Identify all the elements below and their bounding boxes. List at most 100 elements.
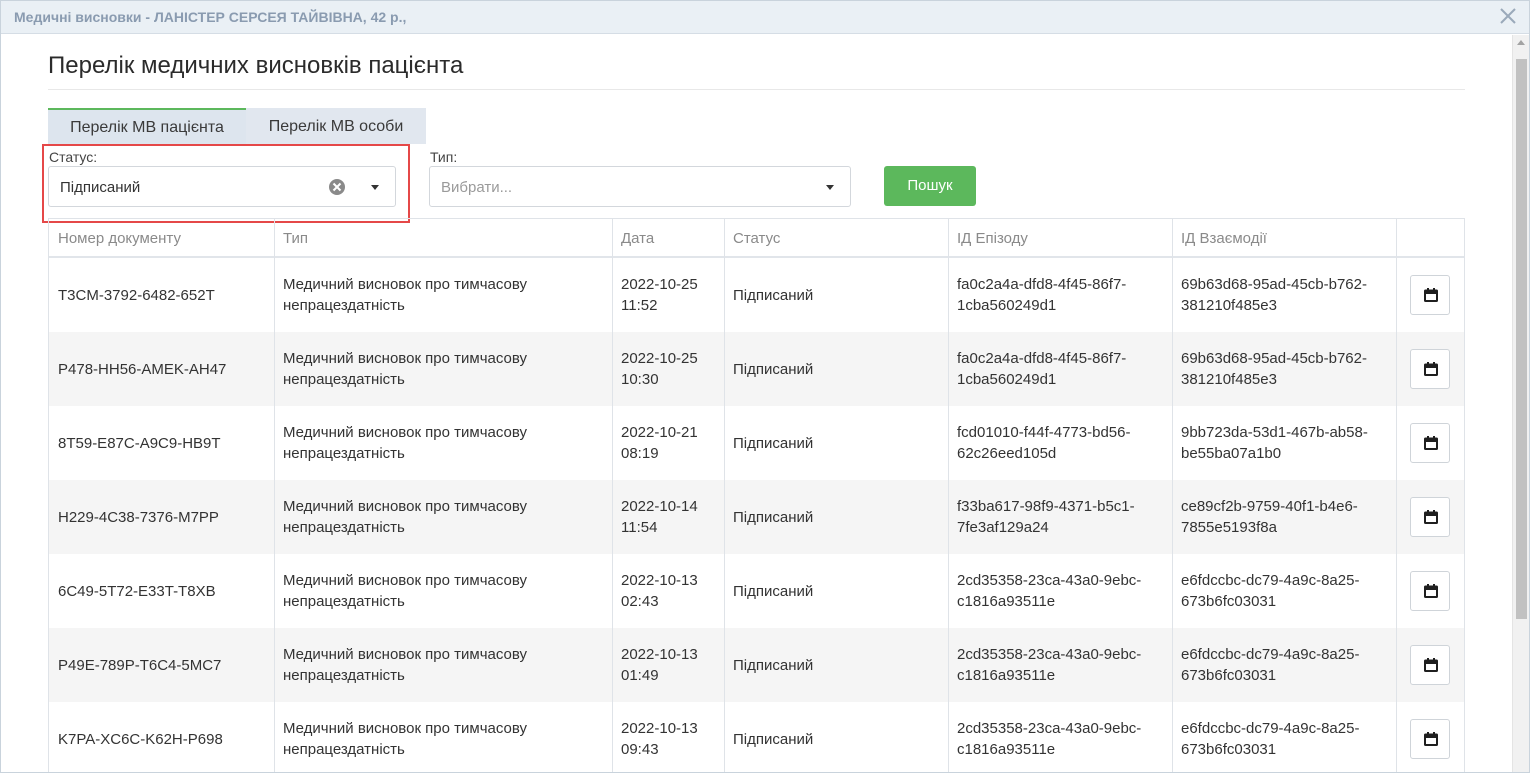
vertical-scrollbar[interactable] [1512, 35, 1529, 772]
table-row[interactable]: P49E-789P-T6C4-5MC7 Медичний висновок про… [49, 628, 1464, 702]
cell-actions [1396, 554, 1464, 628]
open-document-button[interactable] [1410, 645, 1450, 685]
cell-interaction-id-text: e6fdccbc-dc79-4a9c-8a25- [1181, 646, 1360, 663]
table-row[interactable]: H229-4C38-7376-M7PP Медичний висновок про… [49, 480, 1464, 554]
open-document-button[interactable] [1410, 497, 1450, 537]
cell-episode-id-text: c1816a93511e [957, 741, 1056, 758]
scroll-up-icon[interactable] [1517, 40, 1525, 45]
cell-episode-id-text: fa0c2a4a-dfd8-4f45-86f7- [957, 350, 1127, 367]
header-number[interactable]: Номер документу [49, 219, 274, 256]
cell-actions [1396, 702, 1464, 772]
cell-type: Медичний висновок про тимчасову непрацезд… [274, 628, 612, 702]
cell-status-text: Підписаний [733, 730, 814, 748]
table-row[interactable]: 6C49-5T72-E33T-T8XB Медичний висновок про… [49, 554, 1464, 628]
cell-type-text: непрацездатність [283, 519, 405, 536]
open-document-button[interactable] [1410, 275, 1450, 315]
cell-interaction-id-text: 673b6fc03031 [1181, 741, 1277, 758]
cell-interaction-id-text: ce89cf2b-9759-40f1-b4e6- [1181, 498, 1358, 515]
cell-type: Медичний висновок про тимчасову непрацезд… [274, 332, 612, 406]
modal-content: Перелік медичних висновків пацієнта Пере… [1, 35, 1513, 772]
header-status[interactable]: Статус [724, 219, 948, 256]
open-document-button[interactable] [1410, 423, 1450, 463]
cell-date: 2022-10-13 02:43 [612, 554, 724, 628]
chevron-down-icon[interactable] [371, 185, 379, 190]
cell-status: Підписаний [724, 480, 948, 554]
clear-icon[interactable] [328, 178, 346, 196]
cell-type-text: непрацездатність [283, 667, 405, 684]
window-title: Медичні висновки - ЛАНІСТЕР СЕРСЕЯ ТАЙВІ… [14, 9, 407, 25]
type-select[interactable]: Вибрати... [429, 166, 851, 207]
cell-number-text: T3CM-3792-6482-652T [58, 286, 215, 304]
header-episode-id[interactable]: ІД Епізоду [948, 219, 1172, 256]
cell-number: H229-4C38-7376-M7PP [49, 480, 274, 554]
modal-window: Медичні висновки - ЛАНІСТЕР СЕРСЕЯ ТАЙВІ… [0, 0, 1530, 773]
open-document-button[interactable] [1410, 349, 1450, 389]
cell-status-text: Підписаний [733, 360, 814, 378]
cell-interaction-id: 9bb723da-53d1-467b-ab58- be55ba07a1b0 [1172, 406, 1396, 480]
cell-episode-id-text: 1cba560249d1 [957, 297, 1057, 314]
cell-episode-id-text: 1cba560249d1 [957, 371, 1057, 388]
header-type[interactable]: Тип [274, 219, 612, 256]
cell-number-text: 6C49-5T72-E33T-T8XB [58, 582, 216, 600]
type-select-placeholder: Вибрати... [441, 179, 513, 196]
open-document-button[interactable] [1410, 719, 1450, 759]
cell-actions [1396, 628, 1464, 702]
column-divider [612, 219, 613, 772]
cell-date-text: 02:43 [621, 593, 659, 610]
cell-date-text: 2022-10-13 [621, 646, 698, 663]
cell-episode-id-text: 7fe3af129a24 [957, 519, 1049, 536]
status-select[interactable]: Підписаний [48, 166, 396, 207]
cell-status-text: Підписаний [733, 434, 814, 452]
header-interaction-id[interactable]: ІД Взаємодії [1172, 219, 1396, 256]
cell-date: 2022-10-13 01:49 [612, 628, 724, 702]
chevron-down-icon[interactable] [826, 185, 834, 190]
documents-table: Номер документу Тип Дата Статус ІД Епізо… [48, 218, 1465, 772]
cell-date: 2022-10-13 09:43 [612, 702, 724, 772]
header-actions [1396, 219, 1464, 256]
cell-interaction-id-text: e6fdccbc-dc79-4a9c-8a25- [1181, 572, 1360, 589]
cell-date-text: 09:43 [621, 741, 659, 758]
cell-interaction-id-text: be55ba07a1b0 [1181, 445, 1282, 462]
column-divider [948, 219, 949, 772]
search-button[interactable]: Пошук [884, 166, 976, 206]
column-divider [1172, 219, 1173, 772]
cell-status: Підписаний [724, 406, 948, 480]
cell-type: Медичний висновок про тимчасову непрацезд… [274, 406, 612, 480]
header-date[interactable]: Дата [612, 219, 724, 256]
table-row[interactable]: P478-HH56-AMEK-AH47 Медичний висновок про… [49, 332, 1464, 406]
cell-number: 8T59-E87C-A9C9-HB9T [49, 406, 274, 480]
cell-interaction-id-text: 673b6fc03031 [1181, 667, 1277, 684]
tab-person-mv[interactable]: Перелік МВ особи [246, 108, 426, 144]
table-row[interactable]: K7PA-XC6C-K62H-P698 Медичний висновок про… [49, 702, 1464, 772]
cell-number-text: H229-4C38-7376-M7PP [58, 508, 219, 526]
cell-date: 2022-10-14 11:54 [612, 480, 724, 554]
open-document-button[interactable] [1410, 571, 1450, 611]
tab-patient-mv[interactable]: Перелік МВ пацієнта [48, 108, 246, 144]
calendar-icon [1424, 510, 1438, 524]
cell-episode-id-text: 62c26eed105d [957, 445, 1057, 462]
cell-interaction-id: e6fdccbc-dc79-4a9c-8a25- 673b6fc03031 [1172, 554, 1396, 628]
cell-episode-id-text: f33ba617-98f9-4371-b5c1- [957, 498, 1135, 515]
close-icon[interactable] [1496, 4, 1520, 28]
status-label: Статус: [49, 149, 98, 165]
cell-number: P49E-789P-T6C4-5MC7 [49, 628, 274, 702]
table-row[interactable]: T3CM-3792-6482-652T Медичний висновок про… [49, 258, 1464, 332]
titlebar: Медичні висновки - ЛАНІСТЕР СЕРСЕЯ ТАЙВІ… [1, 1, 1529, 34]
cell-type: Медичний висновок про тимчасову непрацезд… [274, 480, 612, 554]
cell-episode-id-text: fa0c2a4a-dfd8-4f45-86f7- [957, 276, 1127, 293]
cell-date-text: 2022-10-14 [621, 498, 698, 515]
cell-status-text: Підписаний [733, 286, 814, 304]
column-divider [1396, 219, 1397, 772]
cell-type: Медичний висновок про тимчасову непрацезд… [274, 554, 612, 628]
title-divider [48, 89, 1465, 90]
cell-type-text: Медичний висновок про тимчасову [283, 424, 528, 441]
cell-interaction-id: e6fdccbc-dc79-4a9c-8a25- 673b6fc03031 [1172, 702, 1396, 772]
table-row[interactable]: 8T59-E87C-A9C9-HB9T Медичний висновок про… [49, 406, 1464, 480]
cell-episode-id: fcd01010-f44f-4773-bd56- 62c26eed105d [948, 406, 1172, 480]
scrollbar-thumb[interactable] [1516, 59, 1527, 619]
cell-type-text: Медичний висновок про тимчасову [283, 720, 528, 737]
cell-type-text: Медичний висновок про тимчасову [283, 572, 528, 589]
cell-type-text: Медичний висновок про тимчасову [283, 646, 528, 663]
cell-type-text: Медичний висновок про тимчасову [283, 276, 528, 293]
calendar-icon [1424, 732, 1438, 746]
